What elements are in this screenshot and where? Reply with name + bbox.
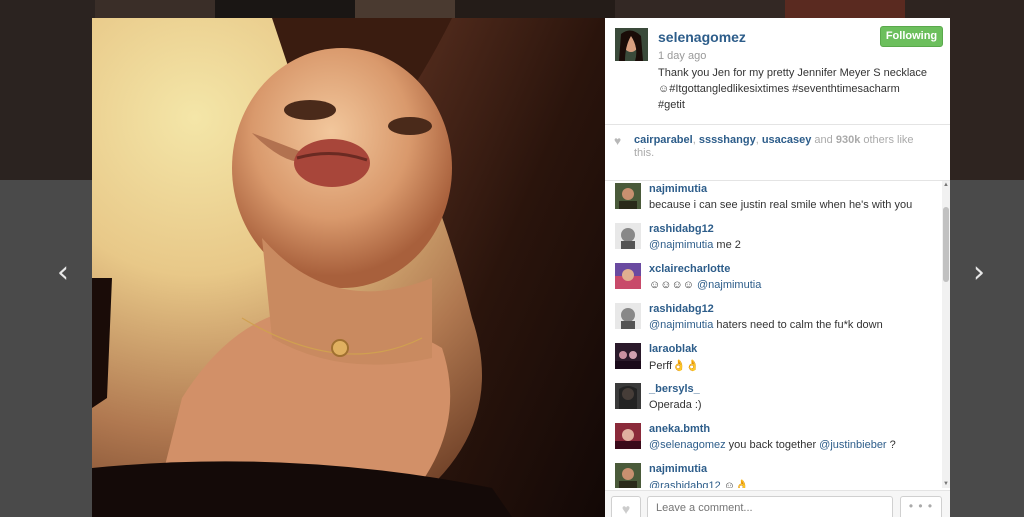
comment-text: @najmimutia me 2 bbox=[649, 239, 741, 251]
comment-item: rashidabg12 @najmimutia haters need to c… bbox=[605, 301, 941, 341]
commenter-username[interactable]: najmimutia bbox=[649, 463, 707, 475]
comment-item: _bersyls_ Operada :) bbox=[605, 381, 941, 421]
comment-body: me 2 bbox=[713, 239, 741, 251]
comment-text: Perff👌👌 bbox=[649, 360, 700, 372]
commenter-avatar[interactable] bbox=[615, 383, 641, 409]
mention-link[interactable]: @najmimutia bbox=[649, 319, 713, 331]
comment-text: @selenagomez you back together @justinbi… bbox=[649, 439, 896, 451]
prev-arrow-icon[interactable]: ‹ bbox=[48, 255, 78, 291]
commenter-username[interactable]: xclairecharlotte bbox=[649, 263, 730, 275]
like-button[interactable]: ♥ bbox=[611, 496, 641, 517]
comment-item: rashidabg12 @najmimutia me 2 bbox=[605, 221, 941, 261]
commenter-avatar[interactable] bbox=[615, 343, 641, 369]
next-arrow-icon[interactable]: › bbox=[964, 255, 994, 291]
comment-body: ☺👌 bbox=[720, 480, 749, 488]
commenter-avatar[interactable] bbox=[615, 183, 641, 209]
likes-count[interactable]: 930k bbox=[836, 134, 860, 146]
mention-link[interactable]: @najmimutia bbox=[697, 279, 761, 291]
comments-scrollbar[interactable]: ▲ ▼ bbox=[942, 181, 950, 488]
comment-text: ☺☺☺☺ @najmimutia bbox=[649, 279, 761, 291]
heart-icon: ♥ bbox=[614, 134, 622, 148]
liker-link[interactable]: cairparabel bbox=[634, 134, 693, 146]
liker-link[interactable]: sssshangy bbox=[699, 134, 756, 146]
comment-text: Operada :) bbox=[649, 399, 702, 411]
comment-item: laraoblak Perff👌👌 bbox=[605, 341, 941, 381]
comment-text: @najmimutia haters need to calm the fu*k… bbox=[649, 319, 883, 331]
caption-line: #getit bbox=[658, 99, 685, 111]
comment-text: @rashidabg12 ☺👌 bbox=[649, 479, 749, 488]
post-timestamp: 1 day ago bbox=[658, 50, 707, 62]
commenter-username[interactable]: laraoblak bbox=[649, 343, 697, 355]
comment-input[interactable] bbox=[647, 496, 893, 517]
commenter-avatar[interactable] bbox=[615, 263, 641, 289]
mention-link[interactable]: @selenagomez bbox=[649, 439, 726, 451]
mention-link[interactable]: @justinbieber bbox=[819, 439, 886, 451]
commenter-avatar[interactable] bbox=[615, 303, 641, 329]
comment-body: you back together bbox=[725, 439, 820, 451]
mention-link[interactable]: @najmimutia bbox=[649, 239, 713, 251]
post-caption: Thank you Jen for my pretty Jennifer Mey… bbox=[658, 65, 948, 113]
likes-and-text: and bbox=[811, 134, 836, 146]
caption-line: Thank you Jen for my pretty Jennifer Mey… bbox=[658, 67, 928, 79]
commenter-avatar[interactable] bbox=[615, 463, 641, 488]
post-header: selenagomez 1 day ago Thank you Jen for … bbox=[605, 18, 950, 124]
post-modal: selenagomez 1 day ago Thank you Jen for … bbox=[92, 18, 950, 517]
more-options-button[interactable]: • • • bbox=[900, 496, 942, 517]
comment-item: aneka.bmth @selenagomez you back togethe… bbox=[605, 421, 941, 461]
comment-footer: ♥ • • • bbox=[605, 490, 950, 517]
post-photo[interactable] bbox=[92, 18, 605, 517]
photo-image bbox=[92, 18, 605, 517]
following-button[interactable]: Following bbox=[880, 26, 943, 47]
owner-username[interactable]: selenagomez bbox=[658, 29, 746, 45]
comment-item: najmimutia because i can see justin real… bbox=[605, 181, 941, 221]
commenter-username[interactable]: _bersyls_ bbox=[649, 383, 700, 395]
mention-link[interactable]: @rashidabg12 bbox=[649, 480, 721, 488]
commenter-username[interactable]: aneka.bmth bbox=[649, 423, 710, 435]
owner-avatar[interactable] bbox=[615, 28, 648, 61]
comment-text: because i can see justin real smile when… bbox=[649, 199, 913, 211]
comments-list: najmimutia because i can see justin real… bbox=[605, 181, 941, 488]
commenter-username[interactable]: rashidabg12 bbox=[649, 223, 714, 235]
commenter-username[interactable]: najmimutia bbox=[649, 183, 707, 195]
caption-line: ☺#Itgottangledlikesixtimes #seventhtimes… bbox=[658, 83, 900, 95]
scroll-down-arrow-icon[interactable]: ▼ bbox=[942, 480, 950, 488]
comment-body: ? bbox=[886, 439, 896, 451]
scrollbar-thumb[interactable] bbox=[943, 207, 949, 282]
post-details-panel: selenagomez 1 day ago Thank you Jen for … bbox=[605, 18, 950, 517]
heart-icon: ♥ bbox=[621, 501, 631, 517]
scroll-up-arrow-icon[interactable]: ▲ bbox=[942, 181, 950, 189]
commenter-avatar[interactable] bbox=[615, 223, 641, 249]
comment-body: haters need to calm the fu*k down bbox=[713, 319, 883, 331]
commenter-avatar[interactable] bbox=[615, 423, 641, 449]
comment-emoji: ☺☺☺☺ bbox=[649, 279, 697, 291]
commenter-username[interactable]: rashidabg12 bbox=[649, 303, 714, 315]
comment-item: najmimutia @rashidabg12 ☺👌 bbox=[605, 461, 941, 488]
likes-summary: cairparabel, sssshangy, usacasey and 930… bbox=[634, 134, 934, 160]
comment-item: xclairecharlotte ☺☺☺☺ @najmimutia bbox=[605, 261, 941, 301]
liker-link[interactable]: usacasey bbox=[762, 134, 812, 146]
